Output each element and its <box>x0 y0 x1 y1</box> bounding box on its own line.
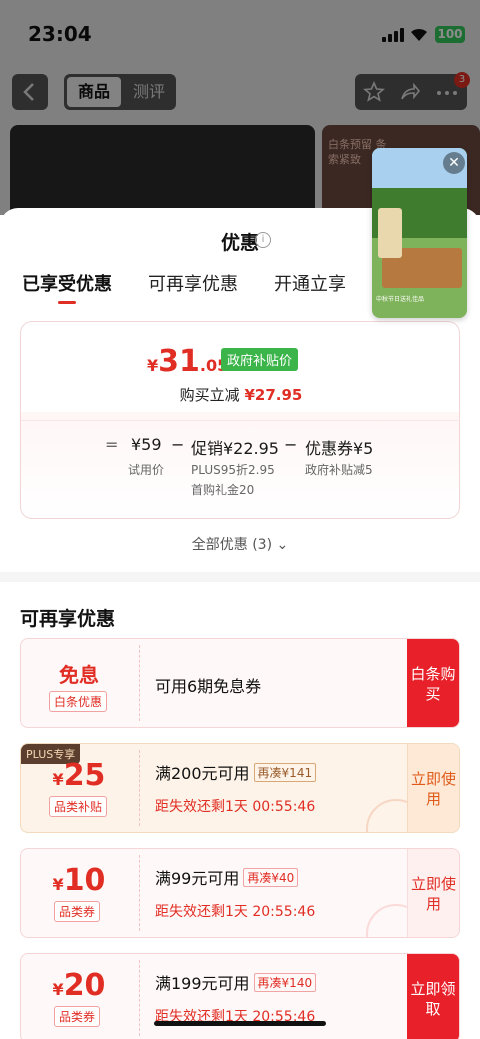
coupon-amount: ¥10 <box>21 863 137 898</box>
coupon-countdown: 距失效还剩1天 20:55:46 <box>155 904 316 920</box>
coupon-card: 免息 白条优惠 可用6期免息券 白条购买 <box>20 638 460 728</box>
video-caption: 中秋节日送礼佳品 <box>376 296 425 303</box>
coupon-left: 免息 白条优惠 <box>21 639 137 727</box>
coupon-condition: 满200元可用 再凑¥141 <box>155 760 317 784</box>
coupon-action-button[interactable]: 立即使用 <box>407 744 459 832</box>
coupon-more-tag: 再凑¥141 <box>253 763 317 782</box>
instant-discount: 购买立减 ¥27.95 <box>21 384 461 405</box>
coupon-value: 10 <box>63 863 106 898</box>
coupon-currency: ¥ <box>52 980 64 999</box>
coupon-more-tag: 再凑¥40 <box>243 868 299 887</box>
coupon-detail: 政府补贴减5 <box>305 463 373 477</box>
tab-enjoyed[interactable]: 已享受优惠 <box>22 270 112 296</box>
coupon-amount: ¥25 <box>21 758 137 793</box>
coupon-left: ¥20 品类券 <box>21 954 137 1039</box>
coupon-separator <box>139 645 140 721</box>
coupon-separator <box>139 750 140 826</box>
instant-value: ¥27.95 <box>244 386 303 404</box>
coupon-condition-text: 满200元可用 <box>155 764 250 783</box>
coupon-countdown: 距失效还剩1天 00:55:46 <box>155 799 316 815</box>
coupon-condition-text: 满199元可用 <box>155 974 250 993</box>
price-integer: 31 <box>158 344 200 379</box>
coupon-separator <box>139 960 140 1036</box>
formula-coupon: 优惠券¥5 <box>305 439 374 458</box>
coupon-condition: 可用6期免息券 <box>155 677 262 696</box>
price-card: ¥31.05 政府补贴价 购买立减 ¥27.95 = ¥59 − 促销¥22.9… <box>20 321 460 519</box>
all-offers-toggle[interactable]: 全部优惠 (3) ⌄ <box>0 534 480 554</box>
coupon-more-tag: 再凑¥140 <box>253 973 317 992</box>
divider <box>21 420 458 421</box>
coupon-value: 25 <box>63 758 106 793</box>
tab-underline <box>58 301 76 304</box>
tab-activate[interactable]: 开通立享 <box>274 270 346 296</box>
section-divider <box>0 572 480 582</box>
tab-more[interactable]: 可再享优惠 <box>148 270 238 296</box>
coupon-amount: 免息 <box>59 663 99 687</box>
coupon-card: ¥10 品类券 满99元可用 再凑¥40 距失效还剩1天 20:55:46 立即使… <box>20 848 460 938</box>
tea-jar-icon <box>378 208 402 258</box>
close-icon[interactable]: ✕ <box>443 152 465 174</box>
coupon-card: PLUS专享 ¥25 品类补贴 满200元可用 再凑¥141 距失效还剩1天 00… <box>20 743 460 833</box>
formula-minus: − <box>284 435 298 454</box>
price-formula: = ¥59 − 促销¥22.95 − 优惠券¥5 <box>21 435 461 458</box>
price-currency: ¥ <box>147 356 159 375</box>
section-title: 可再享优惠 <box>20 608 116 630</box>
coupon-label: 品类券 <box>54 1006 101 1027</box>
home-indicator <box>154 1021 326 1026</box>
coupon-value: 20 <box>63 968 106 1003</box>
coupon-left: ¥25 品类补贴 <box>21 744 137 832</box>
coupon-left: ¥10 品类券 <box>21 849 137 937</box>
coupon-condition-text: 满99元可用 <box>155 869 240 888</box>
coupon-action-button[interactable]: 白条购买 <box>407 639 459 727</box>
gov-subsidy-tag: 政府补贴价 <box>221 348 299 371</box>
final-price: ¥31.05 <box>147 344 228 379</box>
coupon-action-button[interactable]: 立即使用 <box>407 849 459 937</box>
coupon-separator <box>139 855 140 931</box>
coupon-label: 品类券 <box>54 901 101 922</box>
promo-detail-1: PLUS95折2.95 <box>191 463 275 477</box>
formula-base: ¥59 <box>131 435 162 454</box>
info-icon[interactable]: i <box>255 232 271 248</box>
coupon-condition: 满99元可用 再凑¥40 <box>155 865 299 889</box>
coupon-condition: 满199元可用 再凑¥140 <box>155 970 317 994</box>
formula-minus: − <box>171 435 185 454</box>
coupon-label: 品类补贴 <box>49 796 108 817</box>
coupon-currency: ¥ <box>52 875 64 894</box>
base-label: 试用价 <box>128 463 165 477</box>
coupon-currency: ¥ <box>52 770 64 789</box>
offers-sheet: 优惠 i 已享受优惠 可再享优惠 开通立享 ¥31.05 政府补贴价 购买立减 … <box>0 208 480 1039</box>
promo-detail-2: 首购礼金20 <box>191 483 255 497</box>
coupon-action-button[interactable]: 立即领取 <box>407 954 459 1039</box>
coupon-label: 白条优惠 <box>49 691 108 712</box>
instant-label: 购买立减 <box>179 386 240 404</box>
formula-promo: 促销¥22.95 <box>191 439 279 458</box>
coupon-card: ¥20 品类券 满199元可用 再凑¥140 距失效还剩1天 20:55:46 立… <box>20 953 460 1039</box>
formula-equals: = <box>105 435 119 454</box>
coupon-amount: ¥20 <box>21 968 137 1003</box>
